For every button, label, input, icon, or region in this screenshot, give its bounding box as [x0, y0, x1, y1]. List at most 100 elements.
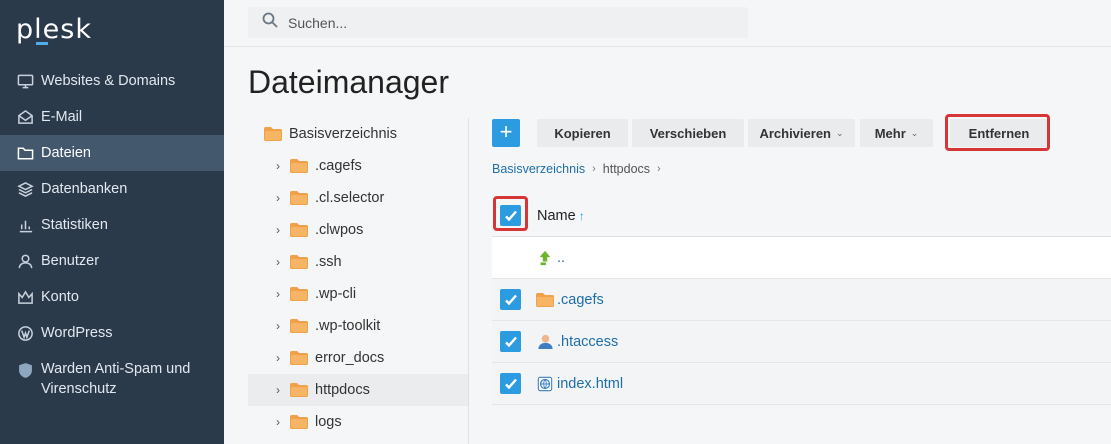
- folder-icon: [290, 255, 308, 269]
- chevron-right-icon[interactable]: ›: [276, 255, 286, 269]
- sidebar-item-warden[interactable]: Warden Anti-Spam und Virenschutz: [0, 351, 224, 399]
- file-name-link[interactable]: .cagefs: [557, 292, 604, 308]
- tree-item-logs[interactable]: › logs: [248, 406, 468, 438]
- chevron-right-icon: ›: [657, 163, 661, 175]
- tree-item-label: Basisverzeichnis: [289, 126, 397, 142]
- tree-item-label: .cl.selector: [315, 190, 385, 206]
- file-name-link[interactable]: .htaccess: [557, 334, 618, 350]
- row-checkbox[interactable]: [500, 373, 521, 394]
- chevron-right-icon[interactable]: ›: [276, 287, 286, 301]
- row-checkbox[interactable]: [500, 289, 521, 310]
- tree-item-cagefs[interactable]: › .cagefs: [248, 150, 468, 182]
- breadcrumb: Basisverzeichnis › httpdocs ›: [492, 162, 668, 176]
- move-button-label: Verschieben: [649, 125, 727, 141]
- search-icon: [262, 12, 278, 33]
- sidebar-item-label: Konto: [41, 289, 79, 305]
- tree-item-error-docs[interactable]: › error_docs: [248, 342, 468, 374]
- sidebar-item-users[interactable]: Benutzer: [0, 243, 224, 279]
- pane-divider: [468, 118, 469, 444]
- user-icon: [16, 252, 34, 270]
- folder-icon: [16, 144, 34, 162]
- sidebar-item-websites-domains[interactable]: Websites & Domains: [0, 63, 224, 99]
- chevron-right-icon[interactable]: ›: [276, 191, 286, 205]
- sidebar-item-label: Warden Anti-Spam und Virenschutz: [41, 361, 191, 397]
- tree-item-label: .wp-cli: [315, 286, 357, 302]
- row-checkbox[interactable]: [500, 331, 521, 352]
- table-row-parent[interactable]: ..: [492, 237, 1111, 279]
- name-column-header[interactable]: Name ↑: [537, 208, 585, 224]
- sidebar-item-wordpress[interactable]: WordPress: [0, 315, 224, 351]
- parent-directory-link[interactable]: ..: [557, 250, 565, 266]
- archive-button-label: Archivieren: [759, 125, 831, 141]
- directory-tree: Basisverzeichnis › .cagefs › .cl.selecto…: [248, 118, 468, 438]
- sidebar-item-label: E-Mail: [41, 109, 83, 125]
- file-name-link[interactable]: index.html: [557, 376, 623, 392]
- shield-icon: [16, 361, 34, 379]
- name-column-label: Name: [537, 207, 576, 224]
- tree-item-cl-selector[interactable]: › .cl.selector: [248, 182, 468, 214]
- copy-button-label: Kopieren: [554, 125, 611, 141]
- folder-icon: [290, 191, 308, 205]
- plesk-logo[interactable]: plesk: [16, 14, 92, 45]
- tree-item-ssh[interactable]: › .ssh: [248, 246, 468, 278]
- tree-item-root[interactable]: Basisverzeichnis: [248, 118, 468, 150]
- sidebar-item-statistics[interactable]: Statistiken: [0, 207, 224, 243]
- tree-item-label: .clwpos: [315, 222, 364, 238]
- tree-item-label: error_docs: [315, 350, 385, 366]
- sidebar-item-label: Dateien: [41, 145, 91, 161]
- chevron-right-icon[interactable]: ›: [276, 159, 286, 173]
- folder-icon: [536, 291, 554, 309]
- archive-dropdown-button[interactable]: Archivieren ⌄: [748, 119, 855, 147]
- sidebar-item-files[interactable]: Dateien: [0, 135, 224, 171]
- monitor-icon: [16, 72, 34, 90]
- breadcrumb-current: httpdocs: [602, 162, 651, 176]
- mail-icon: [16, 108, 34, 126]
- tree-item-wp-cli[interactable]: › .wp-cli: [248, 278, 468, 310]
- sidebar-item-email[interactable]: E-Mail: [0, 99, 224, 135]
- tree-item-clwpos[interactable]: › .clwpos: [248, 214, 468, 246]
- remove-button[interactable]: Entfernen: [950, 119, 1048, 147]
- add-button[interactable]: +: [492, 119, 520, 147]
- table-row[interactable]: .cagefs: [492, 279, 1111, 321]
- table-row[interactable]: index.html: [492, 363, 1111, 405]
- search-bar: [248, 7, 748, 38]
- more-button-label: Mehr: [874, 125, 906, 141]
- tree-item-wp-toolkit[interactable]: › .wp-toolkit: [248, 310, 468, 342]
- sidebar-item-account[interactable]: Konto: [0, 279, 224, 315]
- sidebar-nav: Websites & Domains E-Mail Dateien Datenb…: [0, 63, 224, 399]
- chevron-right-icon[interactable]: ›: [276, 351, 286, 365]
- breadcrumb-root-link[interactable]: Basisverzeichnis: [492, 162, 585, 176]
- folder-icon: [290, 415, 308, 429]
- tree-item-label: httpdocs: [315, 382, 370, 398]
- remove-button-label: Entfernen: [968, 125, 1030, 141]
- more-dropdown-button[interactable]: Mehr ⌄: [860, 119, 933, 147]
- search-input[interactable]: [288, 14, 728, 31]
- tree-item-httpdocs[interactable]: › httpdocs: [248, 374, 468, 406]
- file-table: Name ↑ .. .cagefs .htaccess index.html: [492, 195, 1111, 405]
- sidebar-item-databases[interactable]: Datenbanken: [0, 171, 224, 207]
- table-row[interactable]: .htaccess: [492, 321, 1111, 363]
- sidebar-item-label: Statistiken: [41, 217, 108, 233]
- chevron-right-icon[interactable]: ›: [276, 415, 286, 429]
- tree-item-label: .ssh: [315, 254, 342, 270]
- user-file-icon: [536, 333, 554, 351]
- tree-item-label: logs: [315, 414, 342, 430]
- copy-button[interactable]: Kopieren: [537, 119, 628, 147]
- checkmark-icon: [504, 294, 517, 305]
- chevron-down-icon: ⌄: [910, 127, 919, 138]
- move-button[interactable]: Verschieben: [632, 119, 744, 147]
- chevron-right-icon: ›: [592, 163, 596, 175]
- select-all-checkbox[interactable]: [500, 205, 521, 226]
- crown-icon: [16, 288, 34, 306]
- logo-accent-bar: [36, 42, 48, 45]
- chevron-right-icon[interactable]: ›: [276, 319, 286, 333]
- chevron-down-icon: ⌄: [836, 127, 844, 138]
- bar-chart-icon: [16, 216, 34, 234]
- folder-icon: [290, 287, 308, 301]
- chevron-right-icon[interactable]: ›: [276, 383, 286, 397]
- chevron-right-icon[interactable]: ›: [276, 223, 286, 237]
- checkmark-icon: [504, 210, 517, 221]
- checkmark-icon: [504, 336, 517, 347]
- folder-icon: [290, 223, 308, 237]
- header-divider: [224, 46, 1111, 47]
